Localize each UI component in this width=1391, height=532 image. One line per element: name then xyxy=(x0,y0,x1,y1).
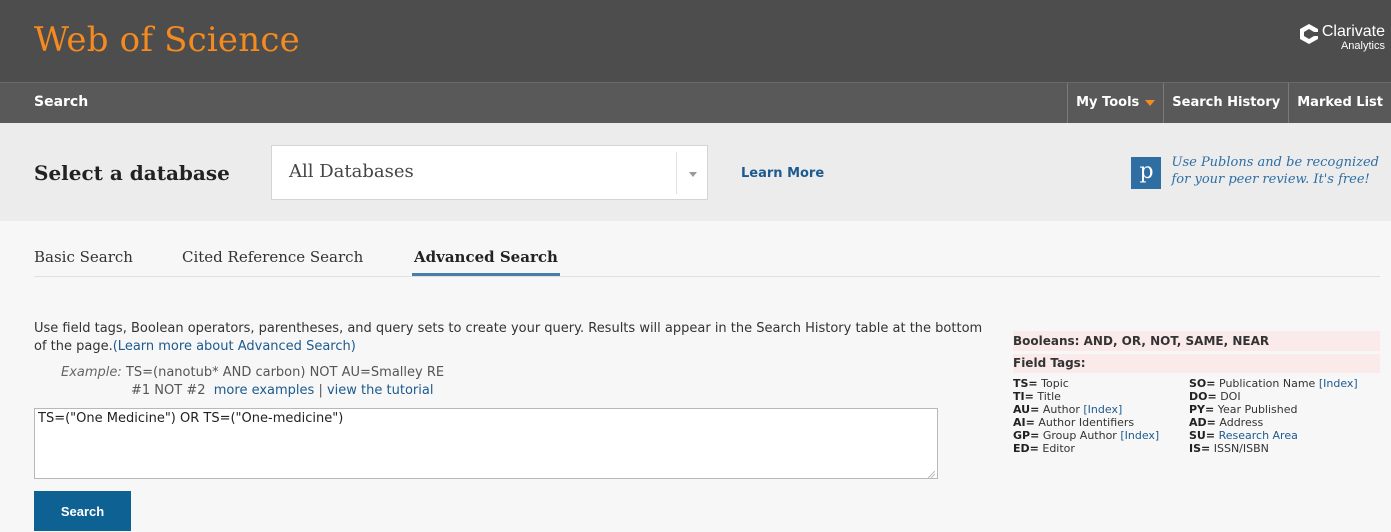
field-tags-grid: TS= Topic TI= Title AU= Author [Index] A… xyxy=(1013,377,1380,455)
publons-promo[interactable]: p Use Publons and be recognized for your… xyxy=(1131,154,1379,189)
example-line: Example: TS=(nanotub* AND carbon) NOT AU… xyxy=(61,364,444,382)
publons-line-2: for your peer review. It's free! xyxy=(1171,172,1370,187)
example-sets-line: #1 NOT #2 more examples | view the tutor… xyxy=(131,382,433,400)
active-tab-indicator xyxy=(412,273,560,276)
field-tag-do: DO= DOI xyxy=(1189,390,1241,403)
main-content: Basic Search Cited Reference Search Adva… xyxy=(0,221,1391,532)
select-divider xyxy=(676,152,677,194)
tab-cited-reference-search[interactable]: Cited Reference Search xyxy=(182,248,363,266)
instructions: Use field tags, Boolean operators, paren… xyxy=(34,320,994,356)
resize-handle-icon[interactable] xyxy=(927,470,935,478)
database-select[interactable]: All Databases xyxy=(271,145,708,200)
field-tag-so: SO= Publication Name [Index] xyxy=(1189,377,1358,390)
search-history-link[interactable]: Search History xyxy=(1163,83,1288,123)
booleans-heading: Booleans: AND, OR, NOT, SAME, NEAR xyxy=(1013,331,1380,351)
field-tag-ti: TI= Title xyxy=(1013,390,1061,403)
query-input[interactable]: TS=("One Medicine") OR TS=("One-medicine… xyxy=(34,408,938,479)
example-sets: #1 NOT #2 xyxy=(131,383,206,398)
publons-line-1: Use Publons and be recognized xyxy=(1171,155,1379,170)
field-tag-gp: GP= Group Author [Index] xyxy=(1013,429,1160,442)
main-nav: Search My Tools Search History Marked Li… xyxy=(0,82,1391,123)
author-index-link[interactable]: [Index] xyxy=(1083,403,1122,416)
brand-sub: Analytics xyxy=(1340,40,1385,52)
publons-icon: p xyxy=(1131,157,1162,189)
field-tag-is: IS= ISSN/ISBN xyxy=(1189,442,1269,455)
database-bar: Select a database All Databases Learn Mo… xyxy=(0,123,1391,221)
publication-name-index-link[interactable]: [Index] xyxy=(1319,377,1358,390)
app-title[interactable]: Web of Science xyxy=(34,20,300,60)
example-query: TS=(nanotub* AND carbon) NOT AU=Smalley … xyxy=(125,365,445,380)
field-tags-col-left: TS= Topic TI= Title AU= Author [Index] A… xyxy=(1013,377,1189,455)
field-tag-su: SU= Research Area xyxy=(1189,429,1298,442)
field-tag-ed: ED= Editor xyxy=(1013,442,1075,455)
search-tabs: Basic Search Cited Reference Search Adva… xyxy=(34,245,1380,277)
nav-right-menu: My Tools Search History Marked List xyxy=(1067,83,1391,123)
top-header: Web of Science Clarivate Analytics xyxy=(0,0,1391,82)
search-button[interactable]: Search xyxy=(34,491,131,531)
field-tags-heading: Field Tags: xyxy=(1013,354,1380,373)
group-author-index-link[interactable]: [Index] xyxy=(1120,429,1159,442)
field-tag-py: PY= Year Published xyxy=(1189,403,1298,416)
field-tags-col-right: SO= Publication Name [Index] DO= DOI PY=… xyxy=(1189,377,1380,455)
tab-advanced-search[interactable]: Advanced Search xyxy=(414,248,558,266)
clarivate-logo[interactable]: Clarivate Analytics xyxy=(1299,23,1385,53)
select-database-label: Select a database xyxy=(34,161,230,185)
view-tutorial-link[interactable]: view the tutorial xyxy=(327,383,433,398)
field-tag-ts: TS= Topic xyxy=(1013,377,1069,390)
marked-list-link[interactable]: Marked List xyxy=(1288,83,1391,123)
clarivate-logo-icon xyxy=(1299,24,1318,44)
field-tags-panel: Booleans: AND, OR, NOT, SAME, NEAR Field… xyxy=(1013,331,1380,455)
chevron-down-icon xyxy=(1145,99,1156,106)
research-area-link[interactable]: Research Area xyxy=(1219,429,1298,442)
dropdown-arrow-icon[interactable] xyxy=(689,172,697,177)
field-tag-ai: AI= Author Identifiers xyxy=(1013,416,1135,429)
brand-name: Clarivate xyxy=(1321,23,1385,40)
learn-more-link[interactable]: Learn More xyxy=(741,166,824,181)
nav-search-label[interactable]: Search xyxy=(34,94,88,110)
tab-basic-search[interactable]: Basic Search xyxy=(34,248,133,266)
example-label: Example: xyxy=(61,365,122,380)
learn-advanced-search-link[interactable]: (Learn more about Advanced Search) xyxy=(113,339,356,354)
my-tools-menu[interactable]: My Tools xyxy=(1067,83,1163,123)
more-examples-link[interactable]: more examples xyxy=(214,383,315,398)
my-tools-label: My Tools xyxy=(1076,95,1140,110)
link-separator: | xyxy=(318,383,323,398)
field-tag-au: AU= Author [Index] xyxy=(1013,403,1123,416)
publons-text: Use Publons and be recognized for your p… xyxy=(1171,154,1379,188)
database-select-value: All Databases xyxy=(289,161,414,182)
field-tag-ad: AD= Address xyxy=(1189,416,1264,429)
